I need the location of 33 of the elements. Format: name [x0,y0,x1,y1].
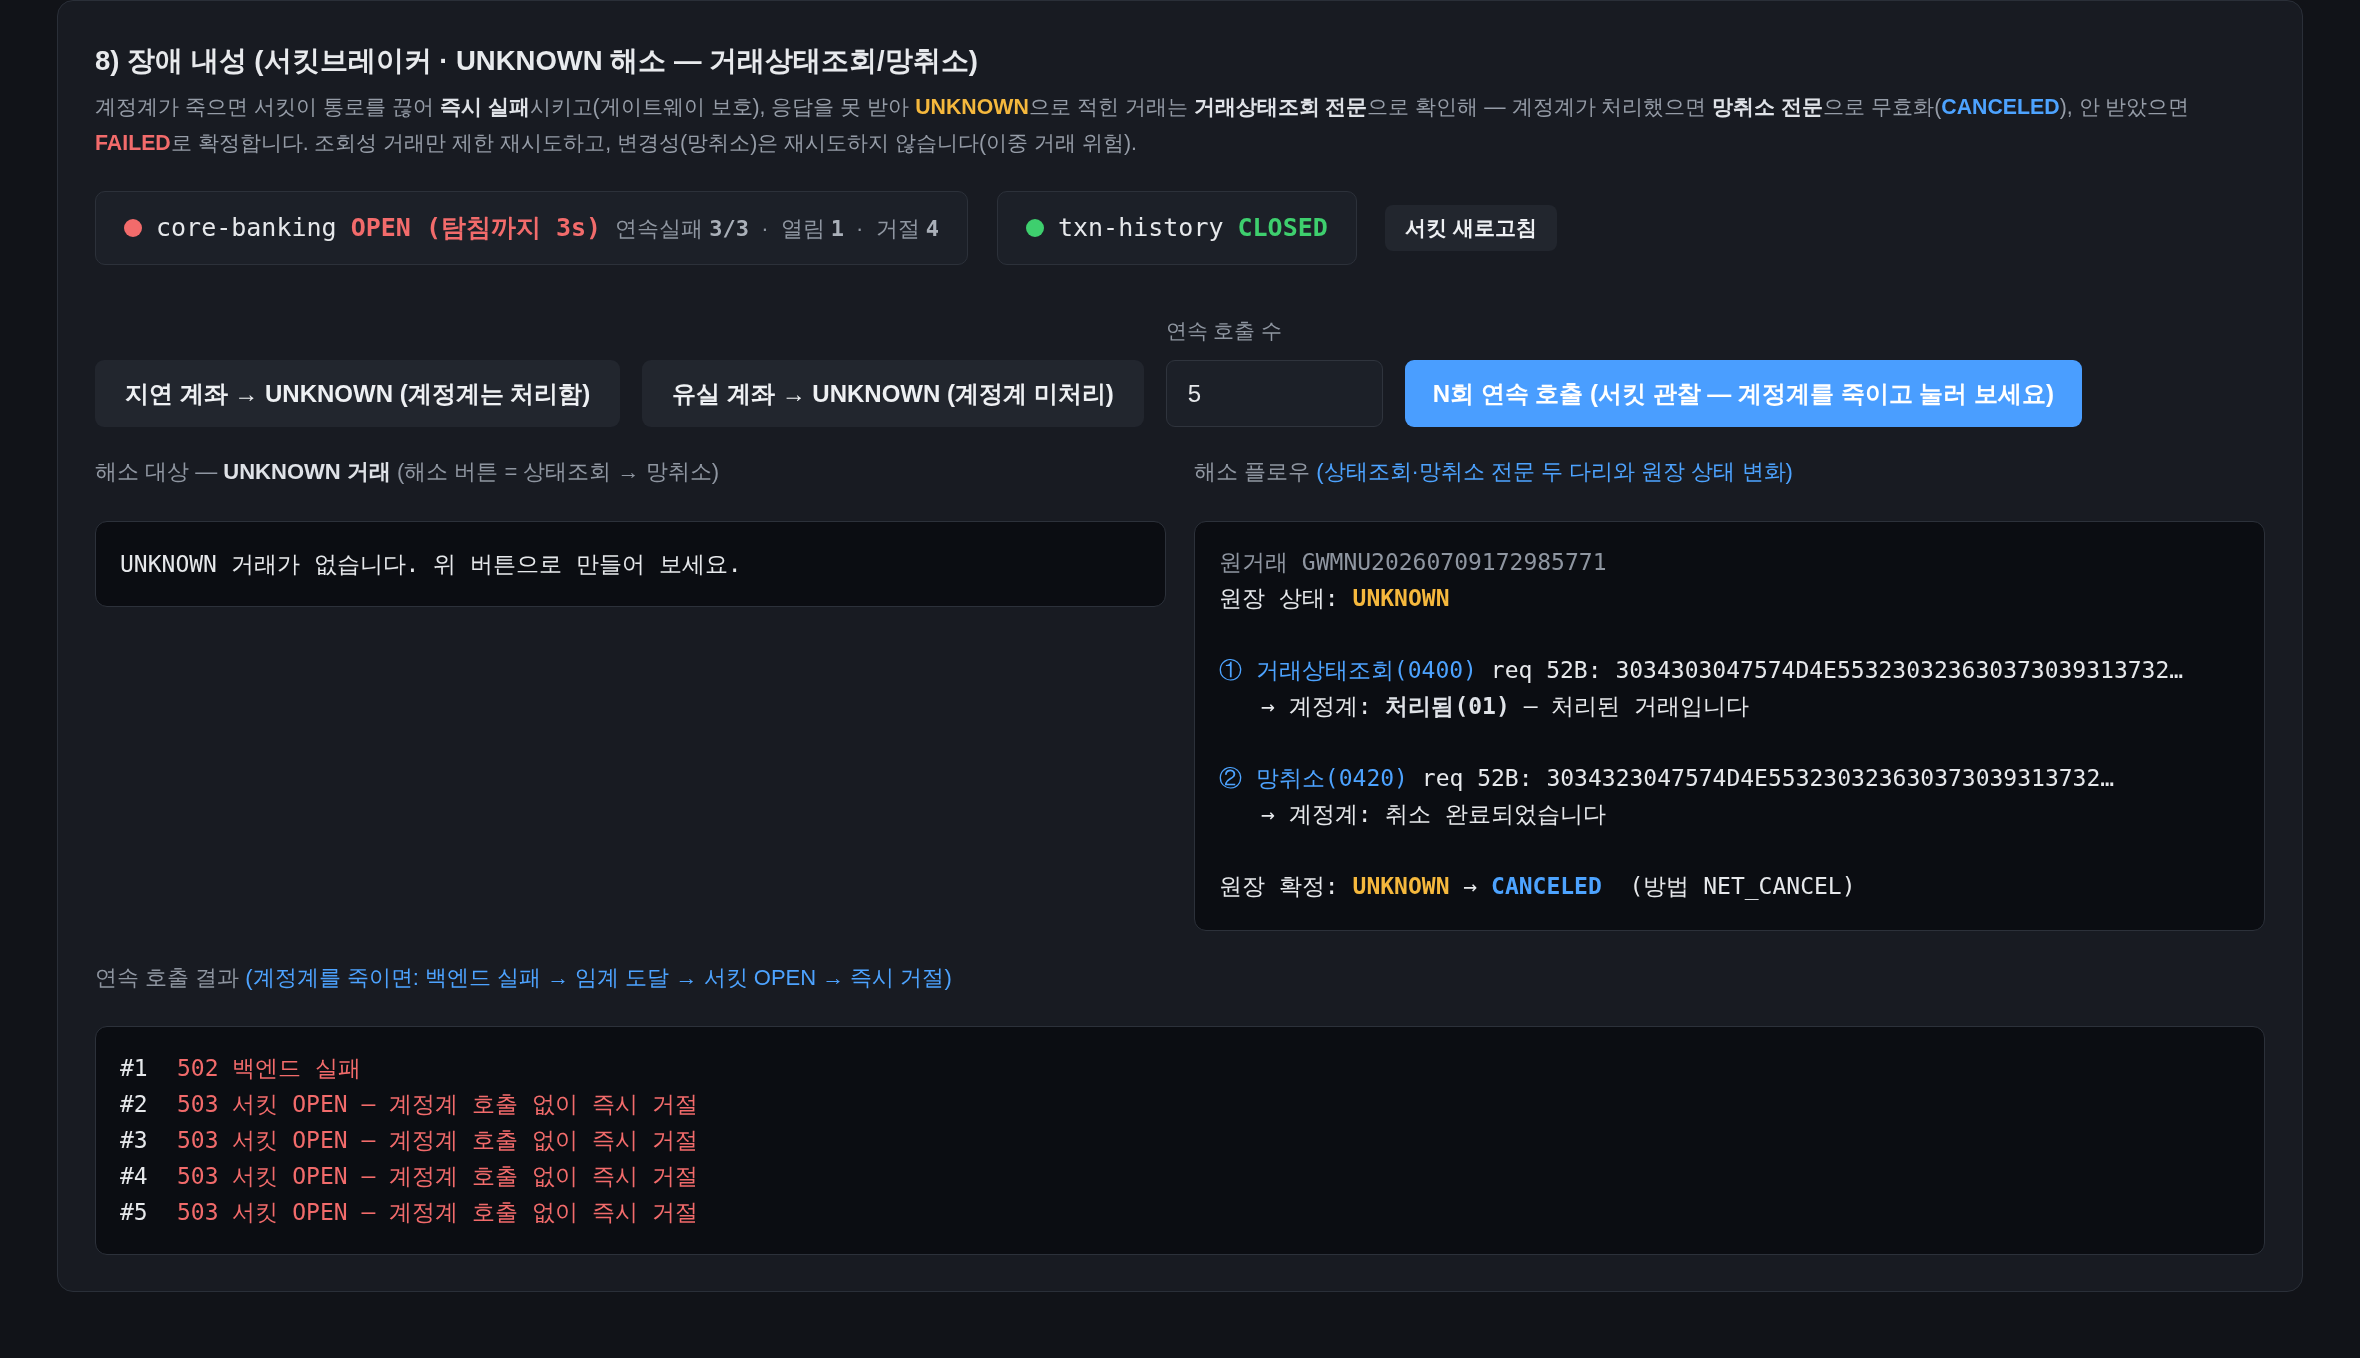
section-heading: 연속 호출 결과 (계정계를 죽이면: 백엔드 실패 → 임계 도달 → 서킷 OPEN → 즉시 거절) [95,964,953,992]
log-line: → 계정계: 취소 완료되었습니다 [1261,800,1607,829]
log-line: 원거래 GWMNU20260709172985771 [1219,548,1607,577]
log-line: 원장 확정: UNKNOWN → CANCELED (방법 NET_CANCEL) [1219,872,1856,902]
section-heading: 해소 대상 — UNKNOWN 거래 (해소 버튼 = 상태조회 → 망취소) [95,458,720,486]
result-message: 503 서킷 OPEN — 계정계 호출 없이 즉시 거절 [177,1090,698,1119]
section-title: 8) 장애 내성 (서킷브레이커 · UNKNOWN 해소 — 거래상태조회/망취소) [95,44,979,78]
empty-message: UNKNOWN 거래가 없습니다. 위 버튼으로 만들어 보세요. [120,550,742,579]
count-input-field[interactable]: 5 [1165,360,1383,427]
circuit-state: CLOSED [1237,212,1328,245]
result-message: 502 백엔드 실패 [177,1054,362,1083]
log-line: ② 망취소(0420) req 52B: 3034323047574D4E553230323630373039313732… [1219,764,2115,793]
log-line: → 계정계: 처리됨(01) — 처리된 거래입니다 [1261,692,1750,721]
circuit-state: OPEN (탐침까지 3s) [350,212,602,245]
create-unknown-button[interactable]: 유실 계좌 → UNKNOWN (계정계 미처리) [642,360,1144,427]
refresh-circuit-button[interactable]: 서킷 새로고침 [1384,205,1557,251]
result-message: 503 서킷 OPEN — 계정계 호출 없이 즉시 거절 [177,1198,698,1227]
result-index: #3 [120,1126,149,1155]
circuit-name: txn-history [1057,212,1224,245]
circuit-name: core-banking [156,212,337,245]
section-heading: 해소 플로우 (상태조회·망취소 전문 두 다리와 원장 상태 변화) [1194,458,1794,486]
circuit-stats: 연속실패 3/3 · 열림 1 · 거절 4 [615,214,939,243]
result-message: 503 서킷 OPEN — 계정계 호출 없이 즉시 거절 [177,1126,698,1155]
log-line: ① 거래상태조회(0400) req 52B: 3034303047574D4E553230323630373039313732… [1219,656,2184,685]
log-line: 원장 상태: UNKNOWN [1219,584,1450,613]
result-index: #4 [120,1162,149,1191]
section-description: 계정계가 죽으면 서킷이 통로를 끊어 즉시 실패시키고(게이트웨이 보호), 응답을 못 받아 UNKNOWN으로 적힌 거래는 거래상태조회 전문으로 확인해 — 계정계가 처리했으면 망취소 전문으로 무효화(CANCELED), 안 받았으면 FAILED로 확정합니다. 조회성 거래만 제한 재시도하고, 변경성(망취소)은 재시도하지 않습니다(이중 거래 위험). [95,94,2191,157]
result-index: #5 [120,1198,149,1227]
result-message: 503 서킷 OPEN — 계정계 호출 없이 즉시 거절 [177,1162,698,1191]
count-field-label: 연속 호출 수 [1165,318,1284,344]
result-index: #2 [120,1090,149,1119]
result-index: #1 [120,1054,149,1083]
create-unknown-button[interactable]: 지연 계좌 → UNKNOWN (계정계는 처리함) [95,360,621,427]
